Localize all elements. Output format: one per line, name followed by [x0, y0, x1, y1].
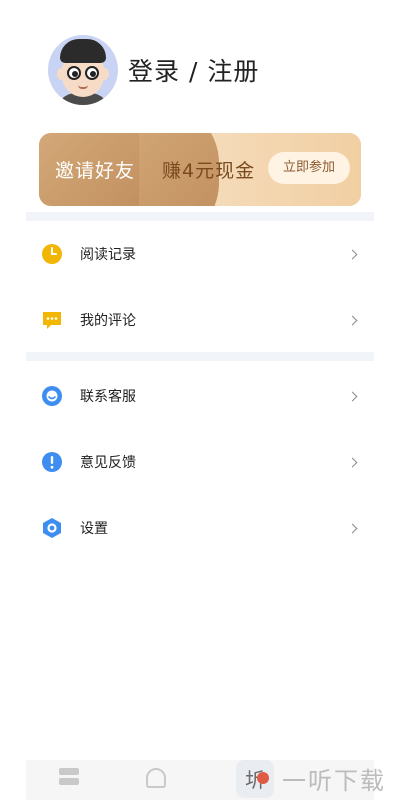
menu-item-customer-service[interactable]: 联系客服 — [26, 374, 374, 418]
watermark-logo-dot — [257, 771, 269, 784]
chevron-right-icon — [347, 391, 358, 401]
chevron-right-icon — [347, 249, 358, 259]
menu-item-label: 我的评论 — [80, 313, 136, 329]
avatar-eye — [67, 66, 81, 80]
bookshelf-bar — [59, 768, 79, 775]
menu-item-label: 意见反馈 — [80, 455, 136, 471]
profile-page: 登录 / 注册 邀请好友 赚4元现金 立即参加 阅读记录 我的评论 联系客服 意… — [0, 0, 400, 800]
earn-cash-label: 赚4元现金 — [162, 160, 256, 182]
profile-header: 登录 / 注册 — [48, 34, 259, 106]
menu-item-feedback[interactable]: 意见反馈 — [26, 440, 374, 484]
section-divider — [26, 352, 374, 361]
join-now-button[interactable]: 立即参加 — [268, 152, 350, 184]
settings-icon — [41, 517, 63, 539]
watermark-logo-icon: 圻 — [236, 759, 274, 798]
menu-item-label: 阅读记录 — [80, 247, 136, 263]
clock-icon — [41, 243, 63, 265]
feedback-icon — [41, 451, 63, 473]
menu-item-label: 联系客服 — [80, 389, 136, 405]
watermark: 圻 一听下载 — [236, 757, 400, 800]
menu-item-my-comments[interactable]: 我的评论 — [26, 298, 374, 342]
menu-item-label: 设置 — [80, 521, 108, 537]
menu-item-settings[interactable]: 设置 — [26, 506, 374, 550]
section-divider — [26, 212, 374, 221]
service-icon — [41, 385, 63, 407]
home-tab-icon[interactable] — [146, 768, 166, 788]
watermark-text: 一听下载 — [282, 767, 386, 795]
avatar-hair — [60, 39, 106, 63]
avatar-eye — [85, 66, 99, 80]
chevron-right-icon — [347, 523, 358, 533]
avatar[interactable] — [48, 35, 118, 105]
comment-icon — [41, 309, 63, 331]
invite-friends-banner[interactable]: 邀请好友 赚4元现金 立即参加 — [39, 133, 361, 206]
invite-friends-label: 邀请好友 — [55, 160, 136, 182]
chevron-right-icon — [347, 457, 358, 467]
menu-item-reading-history[interactable]: 阅读记录 — [26, 232, 374, 276]
bookshelf-bar — [59, 778, 79, 785]
login-register-link[interactable]: 登录 / 注册 — [128, 52, 259, 88]
bookshelf-tab-icon[interactable] — [59, 768, 79, 786]
chevron-right-icon — [347, 315, 358, 325]
